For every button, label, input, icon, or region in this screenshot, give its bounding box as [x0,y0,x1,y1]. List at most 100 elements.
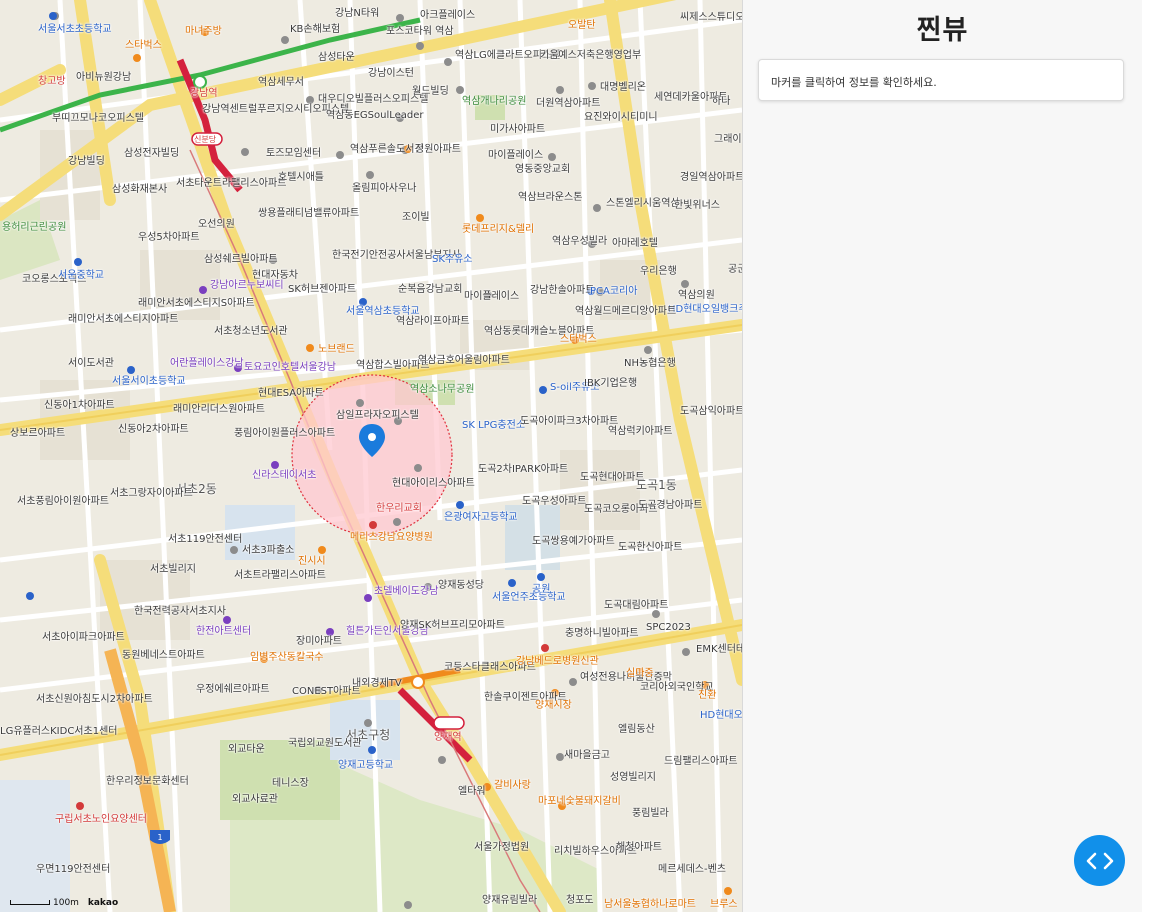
map-label: 서초트라팰리스아파트 [234,570,326,581]
map-label: 강남한솔아파트 [530,285,595,296]
map-label: 창고방 [38,76,66,87]
map-label: 풍림빌라 [632,808,669,819]
map-label: 동원베네스트아파트 [122,650,205,661]
map-label: 신동아1차아파트 [44,400,115,411]
map-label: 브루스 [710,899,738,910]
map-label: 한우리교회 [376,503,422,514]
map-label: 쌍용플래티넘밸류아파트 [258,208,360,219]
map-view[interactable]: 1 서울서초초등학교 마녀주방 KB손해보험 강남N타워 아크플레이스 오발탄 … [0,0,743,912]
map-label: 드림팰리스아파트 [664,756,738,767]
code-brackets-icon [1086,852,1113,869]
map-label: 강남베드로병원신관 [516,656,599,667]
map-label: HD현대오일뱅크주유소 [668,304,742,315]
map-label: 역삼럭키아파트 [608,426,673,437]
map-label: 강남빌딩 [68,156,105,167]
map-label: 서초타운트라팰리스아파트 [176,178,287,189]
map-label: 월드빌딩 [412,86,449,97]
map-label: 서초청소년도서관 [214,326,288,337]
svg-text:1: 1 [157,833,162,842]
map-label: 공원 [532,584,551,595]
map-label: 충명하니빌아파트 [565,628,639,639]
map-label: 양재역 [434,732,462,743]
map-label: 신동아2차아파트 [118,424,189,435]
map-label: 그래이 [714,134,742,145]
map-label: 마녀주방 [185,26,222,37]
map-label: CONEST아파트 [292,686,361,697]
map-label: 도곡한신아파트 [618,542,683,553]
map-label: 신분당 [194,135,217,144]
map-label: 역삼금호어울림아파트 [418,355,510,366]
map-label: 삼성전자빌딩 [124,148,180,159]
map-scale: 100m kakao [10,898,118,908]
info-box: 마커를 클릭하여 정보를 확인하세요. [758,59,1124,101]
map-label: 해청아파트 [616,842,662,853]
map-label: 상보르아파트 [10,428,66,439]
map-label: 올림피아사우나 [352,183,417,194]
map-label: SK주유소 [432,254,473,265]
map-label: 마이플레이스 [488,150,544,161]
map-label: 구립서초노인요양센터 [55,814,147,825]
map-label: 서운중학교 [58,270,104,281]
map-label: 양재SK허브프리모아파트 [400,620,505,631]
map-label: 강남이스턴 [368,68,414,79]
map-label: 아크플레이스 [420,10,476,21]
map-label: 아비뉴원강남 [76,72,132,83]
map-label: 서초3파출소 [242,545,295,556]
map-label: 역삼브라운스톤 [518,192,583,203]
map-label: 역삼라이프아파트 [396,316,470,327]
map-label: 양재동성당 [438,580,484,591]
panel-toggle-button[interactable] [1074,835,1125,886]
map-label: 우리은행 [640,266,677,277]
map-label: 키움예스저축은행영업부 [540,50,642,61]
map-label: 서초빌리지 [150,564,196,575]
map-label: 서초풍림아이원아파트 [17,496,109,507]
map-label: 서울서초초등학교 [38,24,112,35]
map-label: 더원역삼아파트 [536,98,601,109]
map-label: 현대아이리스아파트 [392,478,475,489]
map-label: 장미아파트 [296,636,342,647]
map-label: 한전아트센터 [196,626,252,637]
map-label: 공군 [728,264,742,275]
map-label: 실마중 [626,668,654,679]
map-label: SK허브젠아파트 [288,284,357,295]
map-label: SPC2023 [646,622,691,633]
map-label: 어란플레이스강남 [170,358,244,369]
map-label: 서울가정법원 [474,842,530,853]
map-label: 부띠끄모나코오피스텔 [52,113,144,124]
map-label: 남서울농협하나로마트 [604,899,696,910]
map-label: IBK기업은행 [584,378,638,389]
map-label: KB손해보험 [290,24,341,35]
map-label: 서초119안전센터 [168,534,243,545]
map-label: 서초그랑자이아파트 [110,488,193,499]
map-label: 서초아이파크아파트 [42,632,125,643]
map-label: 도곡쌍용예가아파트 [532,536,615,547]
map-label: 도곡삼익아파트 [680,406,743,417]
map-label: 경일역삼아파트 [680,172,743,183]
map-label: 토즈모임센터 [266,148,322,159]
map-label: 서초신원아침도시2차아파트 [36,694,153,705]
map-label: 메르세데스-벤츠 [658,864,727,875]
map-label: 한우리정보문화센터 [106,776,189,787]
map-label: EMK센터테인먼트 [696,644,742,655]
map-label: 삼성타운 [318,52,355,63]
map-label: 포스코타워 역삼 [386,26,454,37]
map-label: 호텔시애틀 [278,172,324,183]
map-label: 도곡2차IPARK아파트 [478,464,569,475]
map-label: 서이도서관 [68,358,114,369]
map-label: 래미안서초에스티지아파트 [68,314,179,325]
map-label: 하나 [712,96,731,107]
map-label: 새마을금고 [564,750,610,761]
map-label: 삼성쉐르빌아파트 [204,254,278,265]
map-label: 외교타운 [228,744,265,755]
map-label: 오발탄 [568,20,596,31]
map-label: 내외경제TV [352,678,402,689]
map-label: 한빛위너스 [674,200,720,211]
map-label: 오선의원 [198,219,235,230]
map-label: 갈비사랑 [494,780,531,791]
map-label: 순복음강남교회 [398,284,463,295]
map-label: 친환 [698,690,717,701]
map-label: 양재시장 [535,700,572,711]
map-label: 서울언주초등학교 [492,592,566,603]
map-label: 우정에쉐르아파트 [196,684,270,695]
map-label: 롯데프리지&델리 [462,224,535,235]
